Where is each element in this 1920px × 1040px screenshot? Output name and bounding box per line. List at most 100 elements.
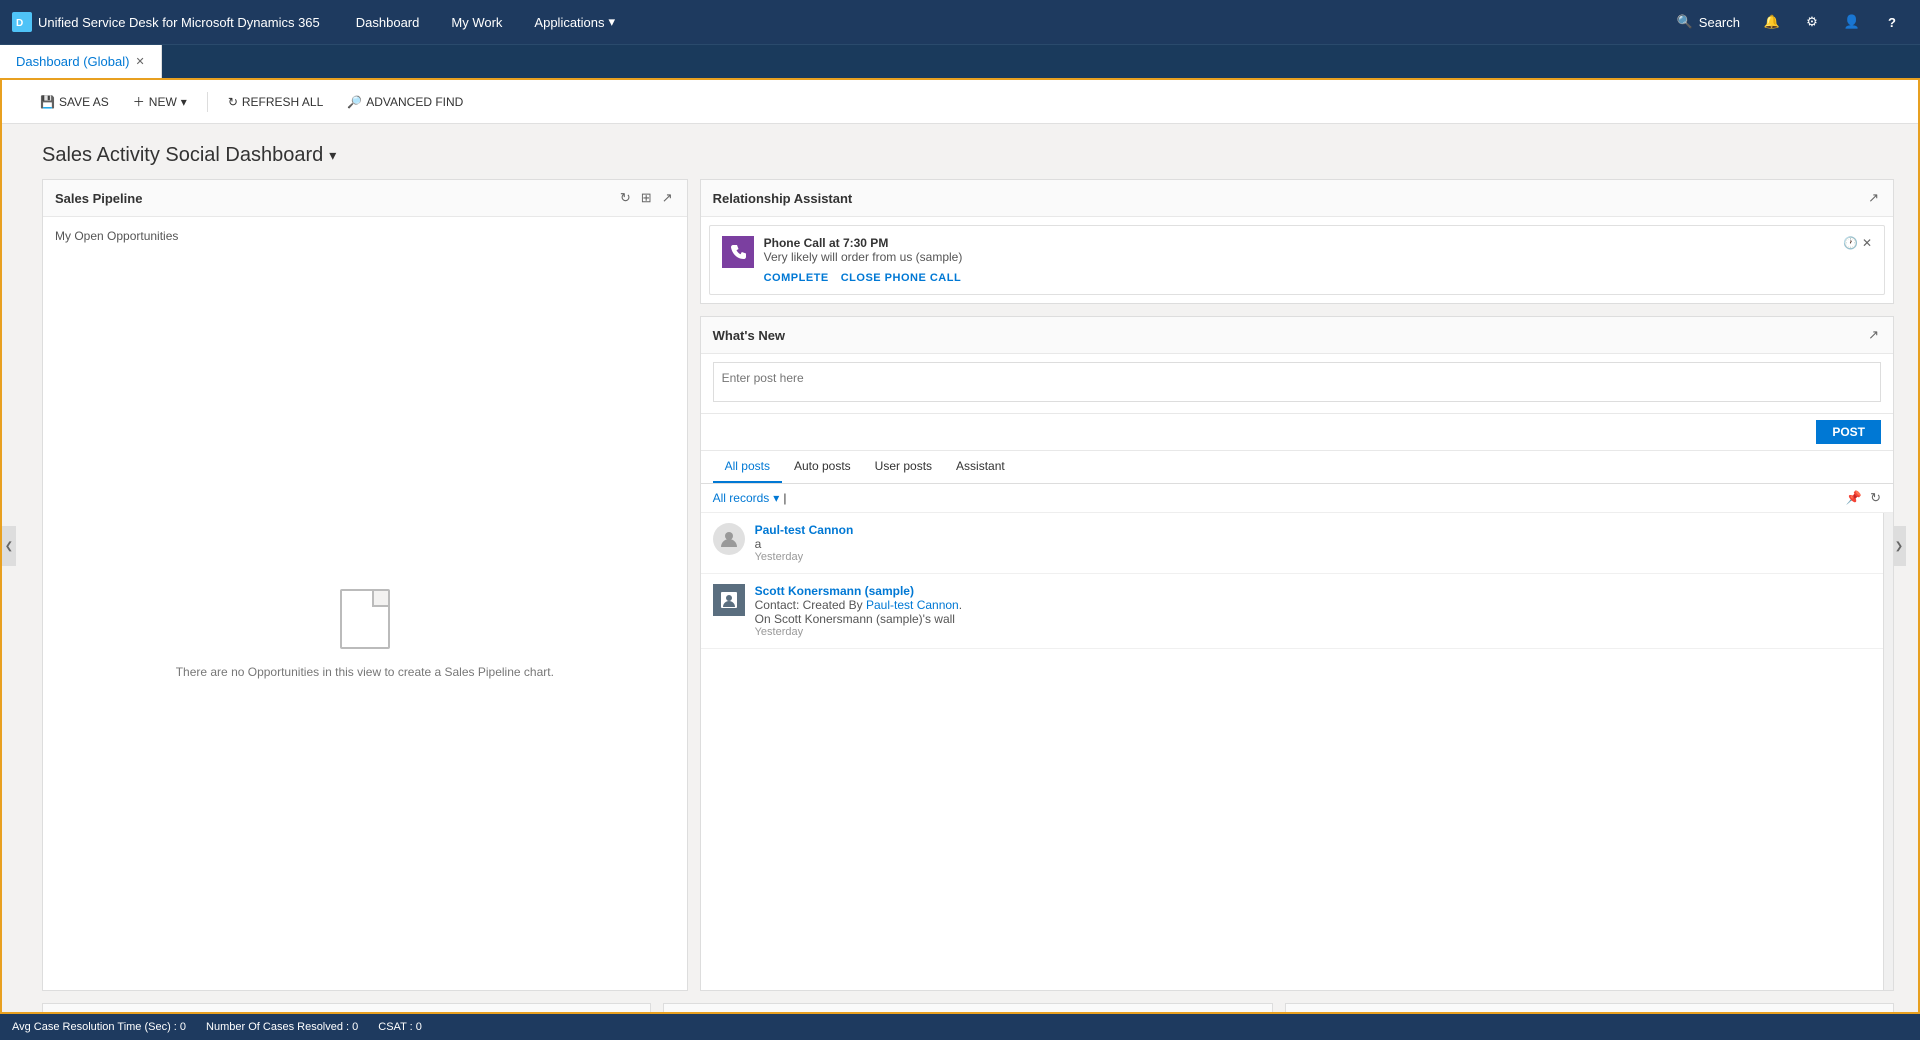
post-wall-text: On Scott Konersmann (sample)'s wall — [755, 612, 962, 626]
post-author-scott[interactable]: Scott Konersmann (sample) — [755, 584, 962, 598]
posts-list: Paul-test Cannon a Yesterday — [701, 513, 1893, 990]
save-as-label: SAVE AS — [59, 95, 109, 109]
tab-assistant[interactable]: Assistant — [944, 451, 1017, 483]
collapse-left-button[interactable]: ❮ — [2, 526, 16, 566]
relationship-assistant-icons: ↗ — [1866, 188, 1881, 208]
popout-whats-new-icon[interactable]: ↗ — [1866, 325, 1881, 345]
applications-dropdown-icon: ▾ — [609, 14, 616, 30]
sales-pipeline-header: Sales Pipeline ↻ ⊞ ↗ — [43, 180, 687, 217]
app-logo-icon: D — [12, 12, 32, 32]
svg-text:D: D — [16, 18, 23, 29]
status-bar: Avg Case Resolution Time (Sec) : 0 Numbe… — [0, 1014, 1920, 1040]
filter-dropdown-icon: ▾ — [773, 491, 779, 505]
leads-by-source-header: Leads by Source ↻ ⊞ ↗ — [43, 1004, 650, 1014]
whats-new-icons: ↗ — [1866, 325, 1881, 345]
status-cases-resolved: Number Of Cases Resolved : 0 — [206, 1021, 358, 1033]
advanced-find-icon: 🔎 — [347, 95, 362, 109]
status-csat: CSAT : 0 — [378, 1021, 422, 1033]
dashboard-grid: Sales Pipeline ↻ ⊞ ↗ My Open Opportuniti… — [2, 179, 1918, 991]
nav-my-work[interactable]: My Work — [435, 0, 518, 44]
refresh-icon: ↻ — [228, 95, 238, 109]
help-button[interactable]: ? — [1876, 6, 1908, 38]
ra-dismiss-icon[interactable]: ✕ — [1862, 236, 1872, 250]
tab-user-posts[interactable]: User posts — [863, 451, 944, 483]
tab-all-posts[interactable]: All posts — [713, 451, 782, 483]
right-column: Relationship Assistant ↗ Phone Call a — [700, 179, 1894, 991]
refresh-posts-icon[interactable]: ↻ — [1870, 490, 1881, 506]
sales-pipeline-card: Sales Pipeline ↻ ⊞ ↗ My Open Opportuniti… — [42, 179, 688, 991]
filter-all-records[interactable]: All records ▾ | — [713, 491, 787, 505]
post-button-row: POST — [701, 414, 1893, 451]
post-content-scott: Scott Konersmann (sample) Contact: Creat… — [755, 584, 962, 638]
filter-cursor: | — [783, 491, 786, 505]
search-button[interactable]: 🔍 Search — [1669, 10, 1748, 34]
post-text-scott: Contact: Created By Paul-test Cannon. — [755, 598, 962, 612]
toolbar-separator — [207, 92, 208, 112]
settings-button[interactable]: ⚙ — [1796, 6, 1828, 38]
sales-pipeline-subtitle: My Open Opportunities — [55, 229, 675, 243]
settings-icon: ⚙ — [1806, 14, 1818, 30]
notifications-button[interactable]: 🔔 — [1756, 6, 1788, 38]
nav-applications[interactable]: Applications ▾ — [518, 0, 631, 44]
tab-auto-posts[interactable]: Auto posts — [782, 451, 863, 483]
whats-new-title: What's New — [713, 328, 785, 343]
post-suffix: . — [959, 598, 962, 612]
ra-description: Very likely will order from us (sample) — [764, 250, 1833, 264]
post-input[interactable] — [713, 362, 1881, 402]
refresh-pipeline-icon[interactable]: ↻ — [618, 188, 633, 208]
status-avg-resolution: Avg Case Resolution Time (Sec) : 0 — [12, 1021, 186, 1033]
sales-pipeline-icons: ↻ ⊞ ↗ — [618, 188, 675, 208]
whats-new-header: What's New ↗ — [701, 317, 1893, 354]
new-button[interactable]: ＋ NEW ▾ — [125, 89, 195, 114]
ra-close-phone-link[interactable]: CLOSE PHONE CALL — [841, 272, 961, 284]
main-nav: Dashboard My Work Applications ▾ — [340, 0, 631, 44]
pin-icon[interactable]: 📌 — [1846, 490, 1862, 506]
user-icon: 👤 — [1844, 14, 1860, 30]
top-customers-header: Top Customers ↻ ⊞ ↗ — [664, 1004, 1271, 1014]
save-as-button[interactable]: 💾 SAVE AS — [32, 91, 117, 113]
tab-dashboard-global-label: Dashboard (Global) — [16, 54, 129, 69]
popout-ra-icon[interactable]: ↗ — [1866, 188, 1881, 208]
refresh-all-button[interactable]: ↻ REFRESH ALL — [220, 91, 331, 113]
main-content-area: ❮ ❯ 💾 SAVE AS ＋ NEW ▾ ↻ REFRESH ALL 🔎 AD… — [0, 78, 1920, 1014]
posts-tabs: All posts Auto posts User posts Assistan… — [701, 451, 1893, 484]
app-title-text: Unified Service Desk for Microsoft Dynam… — [38, 15, 320, 30]
post-item-scott: Scott Konersmann (sample) Contact: Creat… — [701, 574, 1893, 649]
expand-right-button[interactable]: ❯ — [1892, 526, 1906, 566]
post-input-area — [701, 354, 1893, 414]
post-button[interactable]: POST — [1816, 420, 1881, 444]
leads-by-source-card: Leads by Source ↻ ⊞ ↗ My Open Leads — [42, 1003, 651, 1014]
tab-close-button[interactable]: ✕ — [135, 55, 144, 68]
posts-scrollbar[interactable] — [1883, 513, 1893, 990]
post-link-paul[interactable]: Paul-test Cannon — [866, 598, 959, 612]
post-text-paul: a — [755, 537, 854, 551]
top-customers-card: Top Customers ↻ ⊞ ↗ My Closed Opportunit… — [663, 1003, 1272, 1014]
empty-document-icon — [340, 589, 390, 649]
topbar-right-icons: 🔍 Search 🔔 ⚙ 👤 ? — [1669, 6, 1908, 38]
advanced-find-button[interactable]: 🔎 ADVANCED FIND — [339, 91, 471, 113]
search-label: Search — [1699, 15, 1740, 30]
advanced-find-label: ADVANCED FIND — [366, 95, 463, 109]
post-content-paul: Paul-test Cannon a Yesterday — [755, 523, 854, 563]
filter-icons: 📌 ↻ — [1846, 490, 1881, 506]
ra-snooze-icon[interactable]: 🕐 — [1843, 236, 1858, 250]
top-navigation: D Unified Service Desk for Microsoft Dyn… — [0, 0, 1920, 44]
filter-label: All records — [713, 491, 770, 505]
nav-dashboard[interactable]: Dashboard — [340, 0, 436, 44]
post-author-paul[interactable]: Paul-test Cannon — [755, 523, 854, 537]
help-icon: ? — [1888, 15, 1896, 30]
popout-pipeline-icon[interactable]: ↗ — [660, 188, 675, 208]
sales-pipeline-empty-text: There are no Opportunities in this view … — [176, 665, 554, 679]
ra-complete-link[interactable]: COMPLETE — [764, 272, 829, 284]
post-avatar-paul — [713, 523, 745, 555]
tab-dashboard-global[interactable]: Dashboard (Global) ✕ — [0, 45, 162, 79]
ra-title: Phone Call at 7:30 PM — [764, 236, 1833, 250]
user-button[interactable]: 👤 — [1836, 6, 1868, 38]
dashboard-title-dropdown-icon[interactable]: ▾ — [329, 147, 336, 164]
expand-pipeline-icon[interactable]: ⊞ — [639, 188, 654, 208]
new-icon: ＋ — [133, 93, 145, 110]
bell-icon: 🔔 — [1764, 14, 1780, 30]
bottom-cards-grid: Leads by Source ↻ ⊞ ↗ My Open Leads Top … — [2, 991, 1918, 1014]
save-icon: 💾 — [40, 95, 55, 109]
ra-action-links: COMPLETE CLOSE PHONE CALL — [764, 272, 1833, 284]
